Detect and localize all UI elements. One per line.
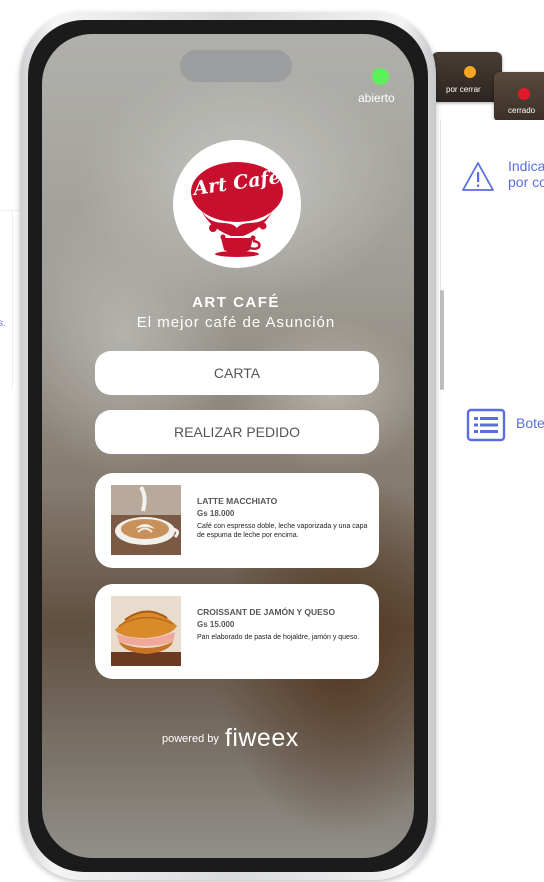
order-button[interactable]: REALIZAR PEDIDO xyxy=(95,410,379,454)
product-description: Café con espresso doble, leche vaporizad… xyxy=(197,523,368,539)
list-icon xyxy=(466,408,506,442)
brand-subtitle: El mejor café de Asunción xyxy=(136,314,336,331)
product-name: LATTE MACCHIATO xyxy=(197,496,278,506)
status-open-label: abierto xyxy=(358,91,395,105)
croissant-sandwich-image xyxy=(111,596,181,666)
annotation-button-text: Bote xyxy=(516,415,544,431)
annotation-line: por co xyxy=(508,174,544,190)
product-card[interactable]: LATTE MACCHIATO Gs 18.000 Café con espre… xyxy=(95,473,379,568)
status-closed-label: cerrado xyxy=(508,106,536,115)
brand-logo: Art Cafe xyxy=(173,140,301,268)
app-content: abierto Art Cafe ART CAFÉ El mejor café … xyxy=(42,34,414,858)
annotation-fragment: s. xyxy=(0,318,6,329)
status-variants: por cerrar cerrado xyxy=(432,52,544,122)
powered-label: powered by xyxy=(162,732,219,745)
status-dot-closed xyxy=(518,88,530,100)
annotation-line: Indica xyxy=(508,158,544,174)
phone-side-button xyxy=(440,290,444,390)
status-dot-open xyxy=(372,68,389,85)
product-card[interactable]: CROISSANT DE JAMÓN Y QUESO Gs 15.000 Pan… xyxy=(95,584,379,679)
status-dot-closing xyxy=(464,66,476,78)
brand-title: ART CAFÉ xyxy=(192,294,280,311)
divider xyxy=(0,210,20,211)
product-price: Gs 18.000 xyxy=(197,509,235,518)
coffee-splash-icon xyxy=(191,162,283,257)
stage: s. por cerrar cerrado Indica por co Bote xyxy=(0,0,544,882)
powered-by[interactable]: powered by fiweex xyxy=(162,724,299,753)
phone-bezel: abierto Art Cafe ART CAFÉ El mejor café … xyxy=(28,20,428,872)
app-screen: abierto Art Cafe ART CAFÉ El mejor café … xyxy=(42,34,414,858)
status-closing-label: por cerrar xyxy=(446,85,481,94)
warning-icon xyxy=(462,162,494,191)
latte-art-cup-image xyxy=(111,485,181,555)
product-price: Gs 15.000 xyxy=(197,620,235,629)
phone-frame: abierto Art Cafe ART CAFÉ El mejor café … xyxy=(20,12,436,880)
dynamic-island xyxy=(180,50,292,82)
product-name: CROISSANT DE JAMÓN Y QUESO xyxy=(197,607,336,617)
annotation-indicator-text: Indica por co xyxy=(508,158,544,190)
menu-button[interactable]: CARTA xyxy=(95,351,379,395)
fiweex-logo: fiweex xyxy=(224,724,299,752)
divider xyxy=(12,210,13,390)
product-description: Pan elaborado de pasta de hojaldre, jamó… xyxy=(197,634,360,641)
